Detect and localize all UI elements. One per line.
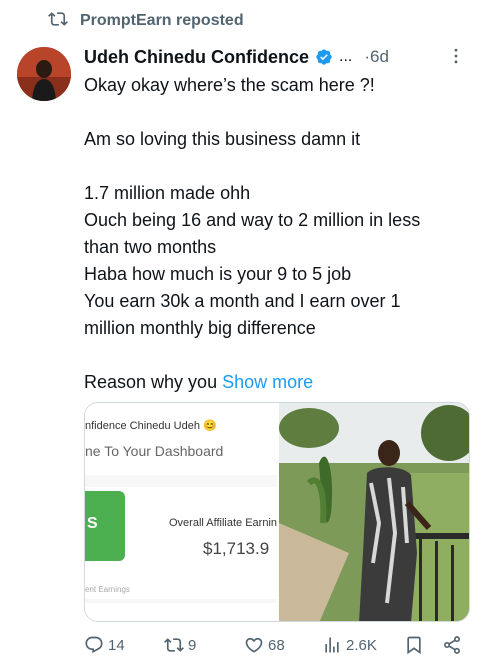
repost-label: PromptEarn reposted: [80, 12, 244, 29]
avatar[interactable]: [17, 47, 71, 101]
photo-image[interactable]: [279, 403, 469, 621]
text-line: Haba how much is your 9 to 5 job: [84, 264, 352, 284]
text-line: Reason why you: [84, 372, 223, 392]
views-button[interactable]: 2.6K: [322, 632, 377, 658]
name-overflow: ...: [339, 48, 353, 65]
dashboard-user-name: nfidence Chinedu Udeh 😊: [85, 420, 217, 432]
timestamp[interactable]: ·6d: [364, 47, 389, 67]
text-line: than two months: [84, 237, 217, 257]
media-grid: nfidence Chinedu Udeh 😊 ne To Your Dashb…: [84, 402, 470, 622]
text-gap: [84, 153, 474, 180]
text-line: Okay okay where’s the scam here ?!: [84, 75, 375, 95]
author-name[interactable]: Udeh Chinedu Confidence: [84, 47, 309, 68]
repost-button[interactable]: 9: [164, 632, 196, 658]
reply-count: 14: [108, 636, 125, 654]
text-line: million monthly big difference: [84, 318, 316, 338]
views-count: 2.6K: [346, 636, 377, 654]
tweet-header: Udeh Chinedu Confidence ... ·6d: [84, 44, 474, 70]
dashboard-screenshot[interactable]: nfidence Chinedu Udeh 😊 ne To Your Dashb…: [85, 403, 277, 621]
green-tile: S: [85, 491, 125, 561]
views-icon: [325, 637, 339, 653]
more-options-icon[interactable]: [446, 46, 466, 66]
bookmark-button[interactable]: [404, 632, 424, 658]
like-count: 68: [268, 636, 285, 654]
show-more-link[interactable]: Show more: [222, 372, 313, 392]
text-line: You earn 30k a month and I earn over 1: [84, 291, 401, 311]
reply-icon: [85, 636, 103, 654]
dashboard-welcome: ne To Your Dashboard: [85, 443, 224, 459]
verified-badge-icon: [316, 49, 332, 65]
repost-icon: [164, 638, 184, 652]
dashboard-header: nfidence Chinedu Udeh 😊 ne To Your Dashb…: [85, 403, 277, 475]
text-line: Ouch being 16 and way to 2 million in le…: [84, 210, 421, 230]
earnings-amount: $1,713.9: [203, 539, 270, 558]
bookmark-icon: [407, 636, 421, 655]
share-button[interactable]: [442, 632, 462, 658]
reply-button[interactable]: 14: [84, 632, 125, 658]
repost-icon: [48, 9, 68, 34]
earnings-card: S Overall Affiliate Earnin $1,713.9: [85, 487, 277, 599]
text-line: Am so loving this business damn it: [84, 129, 361, 149]
earnings-footer: ent Earnings: [85, 585, 130, 594]
tweet-text: Okay okay where’s the scam here ?! Am so…: [84, 72, 474, 396]
like-button[interactable]: 68: [244, 632, 285, 658]
dashboard-bottom: [85, 603, 277, 621]
earnings-label: Overall Affiliate Earnin: [169, 517, 277, 529]
share-icon: [444, 636, 460, 654]
repost-count: 9: [188, 636, 197, 654]
repost-indicator[interactable]: PromptEarn reposted: [48, 10, 244, 32]
tile-letter: S: [87, 515, 98, 532]
action-bar: 14 9 68 2.6K: [84, 632, 476, 658]
text-line: 1.7 million made ohh: [84, 183, 251, 203]
heart-icon: [245, 637, 263, 653]
text-gap: [84, 342, 474, 369]
text-gap: [84, 99, 474, 126]
text-line-last: Reason why you Show more: [84, 369, 474, 396]
